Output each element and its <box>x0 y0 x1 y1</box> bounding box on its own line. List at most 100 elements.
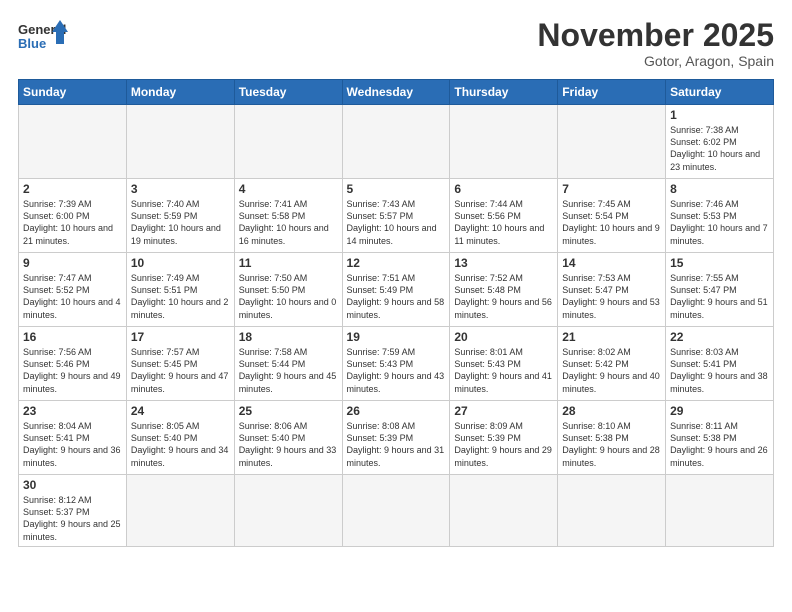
calendar-cell: 24Sunrise: 8:05 AM Sunset: 5:40 PM Dayli… <box>126 401 234 475</box>
day-number: 12 <box>347 256 446 270</box>
day-info: Sunrise: 7:46 AM Sunset: 5:53 PM Dayligh… <box>670 198 769 247</box>
calendar-cell: 3Sunrise: 7:40 AM Sunset: 5:59 PM Daylig… <box>126 179 234 253</box>
calendar-cell <box>666 475 774 547</box>
calendar-cell: 16Sunrise: 7:56 AM Sunset: 5:46 PM Dayli… <box>19 327 127 401</box>
day-number: 18 <box>239 330 338 344</box>
calendar-cell: 30Sunrise: 8:12 AM Sunset: 5:37 PM Dayli… <box>19 475 127 547</box>
day-info: Sunrise: 7:59 AM Sunset: 5:43 PM Dayligh… <box>347 346 446 395</box>
day-info: Sunrise: 7:55 AM Sunset: 5:47 PM Dayligh… <box>670 272 769 321</box>
day-info: Sunrise: 7:52 AM Sunset: 5:48 PM Dayligh… <box>454 272 553 321</box>
day-number: 28 <box>562 404 661 418</box>
calendar-row: 16Sunrise: 7:56 AM Sunset: 5:46 PM Dayli… <box>19 327 774 401</box>
day-number: 7 <box>562 182 661 196</box>
calendar-cell: 15 Sunrise: 7:55 AM Sunset: 5:47 PM Dayli… <box>666 253 774 327</box>
day-info: Sunrise: 8:06 AM Sunset: 5:40 PM Dayligh… <box>239 420 338 469</box>
day-number: 8 <box>670 182 769 196</box>
calendar-cell <box>342 475 450 547</box>
calendar-cell <box>450 105 558 179</box>
calendar-header: Sunday Monday Tuesday Wednesday Thursday… <box>19 80 774 105</box>
calendar-cell <box>234 105 342 179</box>
day-number: 9 <box>23 256 122 270</box>
calendar-cell: 1 Sunrise: 7:38 AM Sunset: 6:02 PM Daylig… <box>666 105 774 179</box>
day-number: 29 <box>670 404 769 418</box>
day-number: 16 <box>23 330 122 344</box>
day-number: 15 <box>670 256 769 270</box>
day-info: Sunrise: 8:05 AM Sunset: 5:40 PM Dayligh… <box>131 420 230 469</box>
calendar-cell: 11 Sunrise: 7:50 AM Sunset: 5:50 PM Dayli… <box>234 253 342 327</box>
calendar-cell <box>126 475 234 547</box>
calendar-cell: 23 Sunrise: 8:04 AM Sunset: 5:41 PM Dayli… <box>19 401 127 475</box>
logo-svg: General Blue <box>18 18 68 60</box>
day-info: Sunrise: 8:12 AM Sunset: 5:37 PM Dayligh… <box>23 494 122 543</box>
calendar-cell: 7Sunrise: 7:45 AM Sunset: 5:54 PM Daylig… <box>558 179 666 253</box>
calendar-cell: 29Sunrise: 8:11 AM Sunset: 5:38 PM Dayli… <box>666 401 774 475</box>
calendar-row: 23 Sunrise: 8:04 AM Sunset: 5:41 PM Dayli… <box>19 401 774 475</box>
header: General Blue November 2025 Gotor, Aragon… <box>18 18 774 69</box>
calendar-body: 1 Sunrise: 7:38 AM Sunset: 6:02 PM Daylig… <box>19 105 774 547</box>
day-info: Sunrise: 7:43 AM Sunset: 5:57 PM Dayligh… <box>347 198 446 247</box>
day-number: 23 <box>23 404 122 418</box>
calendar-title: November 2025 <box>537 18 774 53</box>
day-info: Sunrise: 7:57 AM Sunset: 5:45 PM Dayligh… <box>131 346 230 395</box>
day-number: 27 <box>454 404 553 418</box>
calendar-cell: 27 Sunrise: 8:09 AM Sunset: 5:39 PM Dayli… <box>450 401 558 475</box>
day-info: Sunrise: 8:09 AM Sunset: 5:39 PM Dayligh… <box>454 420 553 469</box>
svg-text:Blue: Blue <box>18 36 46 51</box>
calendar-cell <box>558 105 666 179</box>
day-info: Sunrise: 7:40 AM Sunset: 5:59 PM Dayligh… <box>131 198 230 247</box>
day-number: 20 <box>454 330 553 344</box>
day-number: 10 <box>131 256 230 270</box>
day-info: Sunrise: 7:53 AM Sunset: 5:47 PM Dayligh… <box>562 272 661 321</box>
day-number: 2 <box>23 182 122 196</box>
day-info: Sunrise: 8:03 AM Sunset: 5:41 PM Dayligh… <box>670 346 769 395</box>
day-info: Sunrise: 7:47 AM Sunset: 5:52 PM Dayligh… <box>23 272 122 321</box>
day-number: 25 <box>239 404 338 418</box>
day-info: Sunrise: 7:38 AM Sunset: 6:02 PM Dayligh… <box>670 124 769 173</box>
day-number: 14 <box>562 256 661 270</box>
col-sunday: Sunday <box>19 80 127 105</box>
calendar-cell: 4Sunrise: 7:41 AM Sunset: 5:58 PM Daylig… <box>234 179 342 253</box>
calendar-cell: 17 Sunrise: 7:57 AM Sunset: 5:45 PM Dayli… <box>126 327 234 401</box>
day-info: Sunrise: 7:49 AM Sunset: 5:51 PM Dayligh… <box>131 272 230 321</box>
calendar-row: 1 Sunrise: 7:38 AM Sunset: 6:02 PM Daylig… <box>19 105 774 179</box>
calendar-cell: 22Sunrise: 8:03 AM Sunset: 5:41 PM Dayli… <box>666 327 774 401</box>
day-info: Sunrise: 8:01 AM Sunset: 5:43 PM Dayligh… <box>454 346 553 395</box>
day-info: Sunrise: 8:08 AM Sunset: 5:39 PM Dayligh… <box>347 420 446 469</box>
day-number: 21 <box>562 330 661 344</box>
calendar-cell: 2Sunrise: 7:39 AM Sunset: 6:00 PM Daylig… <box>19 179 127 253</box>
day-number: 11 <box>239 256 338 270</box>
day-info: Sunrise: 8:10 AM Sunset: 5:38 PM Dayligh… <box>562 420 661 469</box>
day-number: 1 <box>670 108 769 122</box>
calendar-cell: 28 Sunrise: 8:10 AM Sunset: 5:38 PM Dayli… <box>558 401 666 475</box>
calendar-cell <box>558 475 666 547</box>
page: General Blue November 2025 Gotor, Aragon… <box>0 0 792 557</box>
calendar-cell: 19 Sunrise: 7:59 AM Sunset: 5:43 PM Dayli… <box>342 327 450 401</box>
day-number: 17 <box>131 330 230 344</box>
calendar-cell <box>342 105 450 179</box>
calendar-cell: 5 Sunrise: 7:43 AM Sunset: 5:57 PM Daylig… <box>342 179 450 253</box>
day-number: 6 <box>454 182 553 196</box>
calendar-cell <box>234 475 342 547</box>
day-info: Sunrise: 8:02 AM Sunset: 5:42 PM Dayligh… <box>562 346 661 395</box>
day-info: Sunrise: 7:58 AM Sunset: 5:44 PM Dayligh… <box>239 346 338 395</box>
day-info: Sunrise: 8:04 AM Sunset: 5:41 PM Dayligh… <box>23 420 122 469</box>
logo: General Blue <box>18 18 68 60</box>
day-number: 19 <box>347 330 446 344</box>
calendar-row: 30Sunrise: 8:12 AM Sunset: 5:37 PM Dayli… <box>19 475 774 547</box>
day-info: Sunrise: 7:50 AM Sunset: 5:50 PM Dayligh… <box>239 272 338 321</box>
calendar-cell: 13 Sunrise: 7:52 AM Sunset: 5:48 PM Dayli… <box>450 253 558 327</box>
calendar-cell: 10 Sunrise: 7:49 AM Sunset: 5:51 PM Dayli… <box>126 253 234 327</box>
col-monday: Monday <box>126 80 234 105</box>
day-info: Sunrise: 7:41 AM Sunset: 5:58 PM Dayligh… <box>239 198 338 247</box>
calendar-cell: 14 Sunrise: 7:53 AM Sunset: 5:47 PM Dayli… <box>558 253 666 327</box>
calendar-cell <box>450 475 558 547</box>
col-saturday: Saturday <box>666 80 774 105</box>
calendar-cell: 12Sunrise: 7:51 AM Sunset: 5:49 PM Dayli… <box>342 253 450 327</box>
calendar-cell: 26Sunrise: 8:08 AM Sunset: 5:39 PM Dayli… <box>342 401 450 475</box>
day-number: 5 <box>347 182 446 196</box>
title-block: November 2025 Gotor, Aragon, Spain <box>537 18 774 69</box>
day-number: 13 <box>454 256 553 270</box>
col-tuesday: Tuesday <box>234 80 342 105</box>
calendar-cell <box>126 105 234 179</box>
calendar-cell: 18 Sunrise: 7:58 AM Sunset: 5:44 PM Dayli… <box>234 327 342 401</box>
